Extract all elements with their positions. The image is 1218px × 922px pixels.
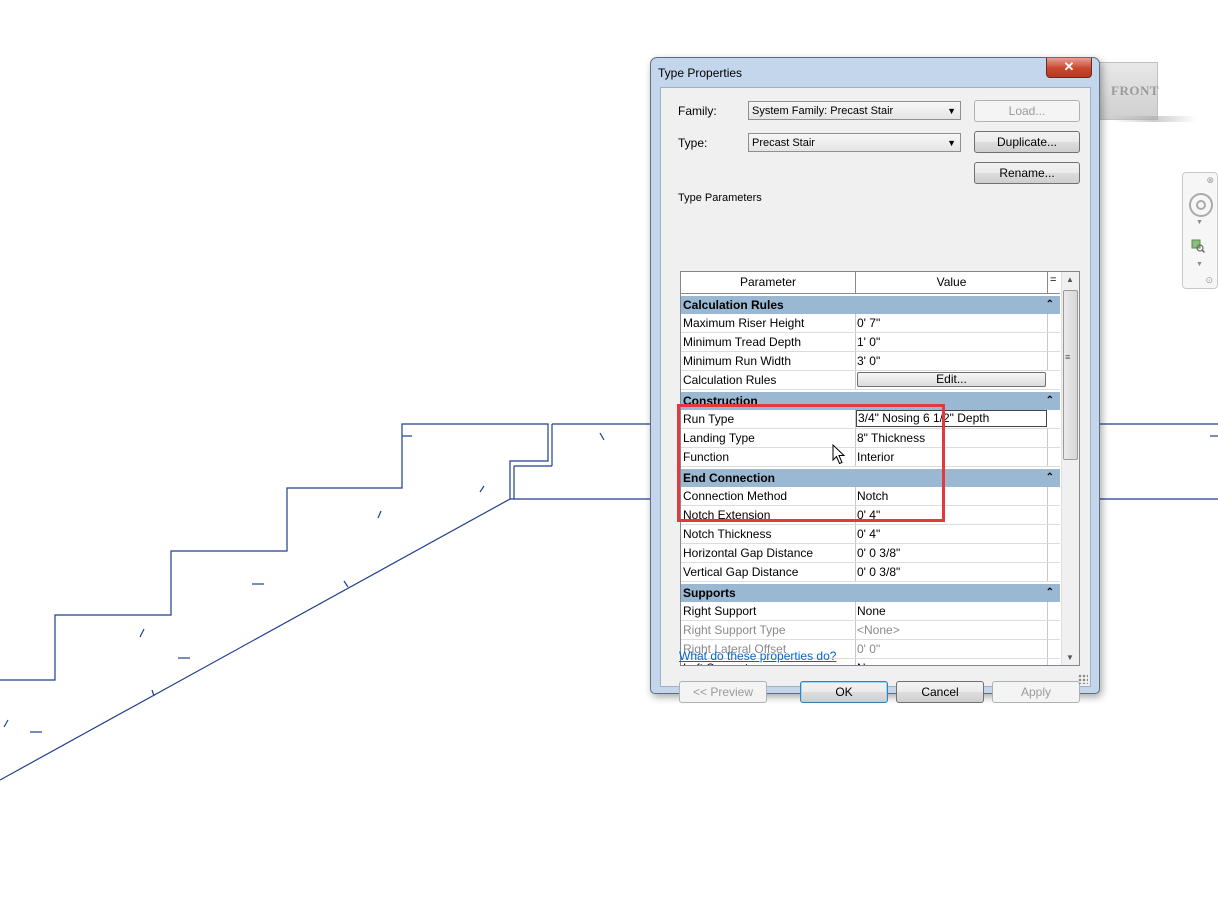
group-header[interactable]: Supports ⌃ [681,584,1060,602]
resize-grip[interactable] [1078,674,1088,684]
group-header-label: Calculation Rules [683,298,784,312]
parameter-value[interactable]: 3' 0" [857,352,1048,370]
parameter-name: Right Support Type [683,621,856,639]
column-header-value[interactable]: Value [856,272,1048,293]
vertical-scrollbar[interactable]: ▲ ≡ ▼ [1061,272,1079,665]
view-cube-compass [1112,116,1196,122]
dialog-title: Type Properties [658,66,743,80]
load-button[interactable]: Load... [974,100,1080,122]
cancel-button[interactable]: Cancel [896,681,984,703]
apply-button[interactable]: Apply [992,681,1080,703]
table-row[interactable]: Minimum Tread Depth 1' 0" [681,333,1060,352]
parameter-name: Calculation Rules [683,371,856,389]
scroll-thumb[interactable] [1063,290,1078,460]
edit-calculation-rules-button[interactable]: Edit... [857,372,1046,387]
hatch [139,628,145,638]
zoom-icon[interactable] [1191,239,1205,253]
parameter-name: Maximum Riser Height [683,314,856,332]
parameter-name: Minimum Run Width [683,352,856,370]
table-row[interactable]: Right Support Type <None> [681,621,1060,640]
navigation-bar: ⊗ ▼ ▼ ⊙ [1182,172,1218,289]
table-row[interactable]: Calculation Rules Edit... [681,371,1060,390]
title-bar[interactable]: Type Properties ✕ [651,58,1099,84]
preview-button[interactable]: << Preview [679,681,767,703]
collapse-icon[interactable]: ⌃ [1046,469,1054,487]
mouse-cursor-icon [832,444,846,465]
options-icon[interactable]: ⊙ [1205,275,1213,286]
type-select[interactable]: Precast Stair ▼ [748,133,961,152]
parameter-name: Vertical Gap Distance [683,563,856,581]
help-link[interactable]: What do these properties do? [679,649,836,663]
hatch [343,580,349,588]
family-select[interactable]: System Family: Precast Stair ▼ [748,101,961,120]
type-select-value: Precast Stair [752,137,815,149]
type-label: Type: [678,136,708,150]
close-icon[interactable]: ⊗ [1206,175,1214,186]
parameter-value[interactable]: 0' 4" [857,525,1048,543]
table-row[interactable]: Notch Thickness 0' 4" [681,525,1060,544]
collapse-icon[interactable]: ⌃ [1046,584,1054,602]
view-cube-face-label: FRONT [1111,83,1159,98]
table-row[interactable]: Horizontal Gap Distance 0' 0 3/8" [681,544,1060,563]
type-parameters-label: Type Parameters [678,192,762,204]
end-connection-highlight-box [677,404,945,522]
duplicate-button[interactable]: Duplicate... [974,131,1080,153]
collapse-icon[interactable]: ⌃ [1046,296,1054,314]
hatch [3,719,9,728]
hatch [377,510,382,519]
family-select-value: System Family: Precast Stair [752,105,894,117]
chevron-down-icon[interactable]: ▼ [1196,219,1203,226]
group-header-label: Supports [683,586,736,600]
column-header-parameter[interactable]: Parameter [681,272,856,293]
table-row[interactable]: Maximum Riser Height 0' 7" [681,314,1060,333]
parameter-name: Right Support [683,602,856,620]
close-button[interactable]: ✕ [1046,58,1092,78]
scroll-up-arrow-icon[interactable]: ▲ [1066,275,1074,284]
group-header[interactable]: Calculation Rules ⌃ [681,296,1060,314]
parameter-value[interactable]: 0' 0 3/8" [857,563,1048,581]
type-properties-dialog: Type Properties ✕ Family: System Family:… [650,57,1100,703]
ok-button[interactable]: OK [800,681,888,703]
steering-wheel-icon[interactable] [1189,193,1213,217]
parameter-name: Notch Thickness [683,525,856,543]
dialog-body: Family: System Family: Precast Stair ▼ L… [660,87,1091,703]
grid-header: Parameter Value = [681,272,1060,294]
dropdown-arrow-icon: ▼ [947,138,956,148]
parameter-name: Horizontal Gap Distance [683,544,856,562]
hatch [479,485,485,493]
table-row[interactable]: Vertical Gap Distance 0' 0 3/8" [681,563,1060,582]
collapse-icon[interactable]: ⌃ [1046,392,1054,410]
family-label: Family: [678,104,717,118]
parameter-value[interactable]: 0' 0" [857,640,1048,658]
table-row[interactable]: Minimum Run Width 3' 0" [681,352,1060,371]
rename-button[interactable]: Rename... [974,162,1080,184]
view-cube[interactable]: FRONT [1098,62,1159,120]
table-row[interactable]: Right Support None [681,602,1060,621]
parameter-value[interactable]: None [857,659,1048,665]
column-header-formula[interactable]: = [1050,274,1056,286]
dropdown-arrow-icon: ▼ [947,106,956,116]
parameter-value[interactable]: 0' 0 3/8" [857,544,1048,562]
scroll-down-arrow-icon[interactable]: ▼ [1066,653,1074,662]
parameter-value[interactable]: None [857,602,1048,620]
parameter-name: Minimum Tread Depth [683,333,856,351]
hatch [599,432,605,441]
parameter-value[interactable]: <None> [857,621,1048,639]
chevron-down-icon[interactable]: ▼ [1196,261,1203,268]
stair-soffit [0,498,511,781]
scroll-grip-icon: ≡ [1065,352,1071,362]
parameter-value[interactable]: 0' 7" [857,314,1048,332]
parameter-value[interactable]: 1' 0" [857,333,1048,351]
